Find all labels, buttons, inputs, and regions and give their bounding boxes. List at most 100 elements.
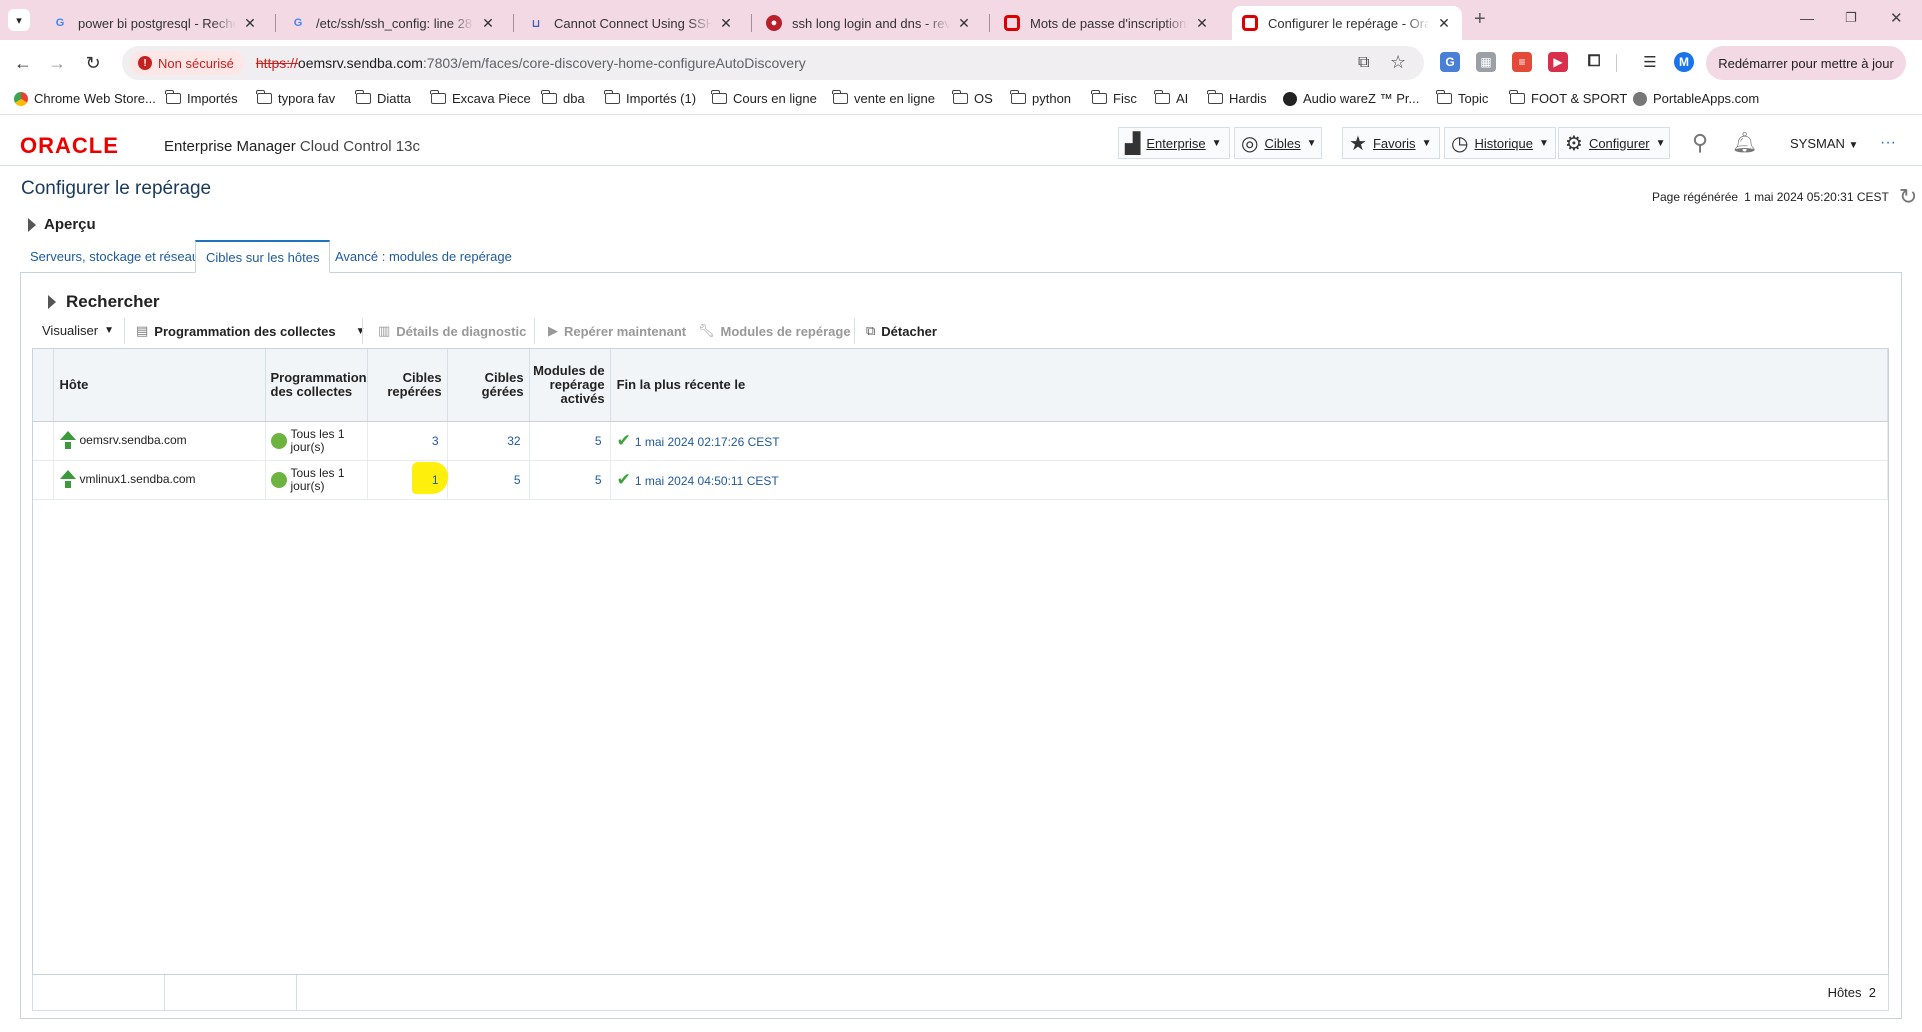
close-tab-icon[interactable]: ✕ bbox=[480, 15, 496, 32]
column-header-host[interactable]: Hôte bbox=[53, 349, 266, 422]
overview-toggle[interactable]: Aperçu bbox=[28, 216, 96, 233]
history-menu[interactable]: ◷ Historique ▼ bbox=[1444, 127, 1556, 159]
discover-now-button[interactable]: ▶ Repérer maintenant bbox=[548, 323, 686, 339]
star-icon: ★ bbox=[1349, 132, 1367, 155]
bookmark-folder[interactable]: Importés bbox=[165, 90, 238, 106]
last-end-cell[interactable]: ✔ 1 mai 2024 04:50:11 CEST bbox=[610, 460, 1889, 500]
modules-count[interactable]: 5 bbox=[529, 421, 611, 461]
restore-icon[interactable]: ❐ bbox=[1845, 10, 1857, 26]
detach-button[interactable]: ⧉ Détacher bbox=[866, 323, 937, 339]
bookmark-item[interactable]: PortableApps.com bbox=[1633, 91, 1759, 106]
close-tab-icon[interactable]: ✕ bbox=[242, 15, 258, 32]
bookmark-item[interactable]: Audio wareZ ™ Pr... bbox=[1283, 91, 1419, 106]
discovery-tabs: Serveurs, stockage et réseau Cibles sur … bbox=[20, 240, 1902, 273]
table-header-row: Hôte Programmation des collectes Cibles … bbox=[33, 349, 1889, 422]
favorites-menu[interactable]: ★ Favoris ▼ bbox=[1342, 127, 1440, 159]
bookmark-folder[interactable]: typora fav bbox=[256, 90, 335, 106]
table-row[interactable]: oemsrv.sendba.com Tous les 1 jour(s) 3 3… bbox=[33, 421, 1889, 461]
bookmark-folder[interactable]: Diatta bbox=[355, 90, 411, 106]
close-tab-icon[interactable]: ✕ bbox=[718, 15, 734, 32]
translate-extension-icon[interactable]: G bbox=[1440, 52, 1460, 72]
discovered-count[interactable]: 3 bbox=[367, 421, 448, 461]
bookmark-folder[interactable]: vente en ligne bbox=[832, 90, 935, 106]
browser-tab-active[interactable]: Configurer le repérage - Oracle ✕ bbox=[1232, 6, 1462, 40]
discovery-modules-button[interactable]: 🔧︎ Modules de repérage bbox=[698, 323, 851, 339]
minimize-icon[interactable]: — bbox=[1800, 10, 1814, 26]
column-header-discovered[interactable]: Cibles repérées bbox=[367, 349, 448, 422]
tab-targets-on-hosts[interactable]: Cibles sur les hôtes bbox=[195, 240, 331, 273]
bookmark-folder[interactable]: Fisc bbox=[1091, 90, 1137, 106]
setup-menu[interactable]: ⚙ Configurer ▼ bbox=[1558, 127, 1670, 159]
bookmark-star-icon[interactable]: ☆ bbox=[1390, 52, 1406, 73]
search-toggle[interactable]: Rechercher bbox=[48, 292, 160, 312]
table-row[interactable]: vmlinux1.sendba.com Tous les 1 jour(s) 1… bbox=[33, 460, 1889, 500]
browser-tab[interactable]: G power bi postgresql - Recherche Google… bbox=[42, 6, 268, 40]
bookmark-folder[interactable]: FOOT & SPORT bbox=[1509, 90, 1627, 106]
extensions-puzzle-icon[interactable]: ⧠ bbox=[1584, 52, 1604, 72]
translate-icon[interactable]: ⧉ bbox=[1358, 54, 1369, 72]
search-icon[interactable]: ⚲ bbox=[1692, 130, 1708, 156]
browser-tab[interactable]: G /etc/ssh/ssh_config: line 28: Bad ✕ bbox=[280, 6, 506, 40]
targets-menu[interactable]: ◎ Cibles ▼ bbox=[1234, 127, 1322, 159]
column-header-modules[interactable]: Modules de repérage activés bbox=[529, 349, 611, 422]
collection-schedule-button[interactable]: ▤ Programmation des collectes ▼ bbox=[136, 323, 366, 339]
folder-icon bbox=[355, 90, 371, 104]
more-icon[interactable]: ··· bbox=[1880, 134, 1896, 152]
enterprise-menu[interactable]: ▟ Enterprise ▼ bbox=[1118, 127, 1230, 159]
bookmark-folder[interactable]: Cours en ligne bbox=[711, 90, 817, 106]
tab-search-dropdown[interactable]: ▾ bbox=[8, 9, 30, 31]
security-chip[interactable]: ! Non sécurisé bbox=[130, 51, 244, 75]
column-header-managed[interactable]: Cibles gérées bbox=[447, 349, 530, 422]
success-check-icon: ✔ bbox=[616, 469, 631, 489]
managed-count[interactable]: 5 bbox=[447, 460, 530, 500]
bookmark-folder[interactable]: AI bbox=[1154, 90, 1188, 106]
bookmark-folder[interactable]: Topic bbox=[1436, 90, 1488, 106]
last-end-cell[interactable]: ✔ 1 mai 2024 02:17:26 CEST bbox=[610, 421, 1889, 461]
close-tab-icon[interactable]: ✕ bbox=[1436, 15, 1452, 32]
row-selector[interactable] bbox=[33, 421, 54, 461]
tab-servers-storage-network[interactable]: Serveurs, stockage et réseau bbox=[20, 240, 209, 273]
bookmark-folder[interactable]: OS bbox=[952, 90, 993, 106]
user-menu[interactable]: SYSMAN ▼ bbox=[1790, 136, 1858, 151]
bookmark-folder[interactable]: dba bbox=[541, 90, 585, 106]
browser-tab[interactable]: ⊔ Cannot Connect Using SSH: Us ✕ bbox=[518, 6, 744, 40]
folder-icon bbox=[1091, 90, 1107, 104]
refresh-icon[interactable]: ↻ bbox=[1899, 184, 1917, 210]
browser-tab[interactable]: Mots de passe d'inscription ✕ bbox=[994, 6, 1220, 40]
view-menu-button[interactable]: Visualiser ▼ bbox=[42, 323, 114, 338]
managed-count[interactable]: 32 bbox=[447, 421, 530, 461]
warning-icon: ! bbox=[138, 56, 152, 70]
tab-discovery-modules[interactable]: Avancé : modules de repérage bbox=[325, 240, 522, 273]
new-tab-button[interactable]: + bbox=[1474, 8, 1486, 31]
folder-icon bbox=[832, 90, 848, 104]
reading-list-icon[interactable]: ☰ bbox=[1640, 52, 1660, 72]
column-header-last-end[interactable]: Fin la plus récente le bbox=[610, 349, 1889, 422]
close-tab-icon[interactable]: ✕ bbox=[956, 15, 972, 32]
extension-icon[interactable]: ≡ bbox=[1512, 52, 1532, 72]
row-selector[interactable] bbox=[33, 460, 54, 500]
profile-avatar[interactable]: M bbox=[1674, 52, 1694, 72]
back-icon[interactable]: ← bbox=[10, 50, 36, 76]
column-header-schedule[interactable]: Programmation des collectes bbox=[265, 349, 368, 422]
bookmark-folder[interactable]: Hardis bbox=[1207, 90, 1267, 106]
window-close-icon[interactable]: ✕ bbox=[1890, 9, 1903, 27]
extension-icon[interactable]: ▶ bbox=[1548, 52, 1568, 72]
reload-icon[interactable]: ↻ bbox=[80, 50, 106, 76]
browser-tab[interactable]: ● ssh long login and dns - revisit ✕ bbox=[756, 6, 982, 40]
diagnostic-details-button[interactable]: ▥ Détails de diagnostic bbox=[378, 323, 526, 339]
extension-icon[interactable]: ▦ bbox=[1476, 52, 1496, 72]
relaunch-update-button[interactable]: Redémarrer pour mettre à jour bbox=[1706, 46, 1906, 80]
bookmark-folder[interactable]: Importés (1) bbox=[604, 90, 696, 106]
row-selector-header bbox=[33, 349, 54, 422]
bookmark-folder[interactable]: Excava Piece bbox=[430, 90, 531, 106]
bookmark-item[interactable]: Chrome Web Store... bbox=[14, 91, 156, 106]
folder-icon bbox=[430, 90, 446, 104]
forward-icon[interactable]: → bbox=[44, 50, 70, 76]
bell-icon[interactable]: 🔔︎ bbox=[1732, 130, 1757, 155]
modules-count[interactable]: 5 bbox=[529, 460, 611, 500]
bookmark-folder[interactable]: python bbox=[1010, 90, 1071, 106]
close-tab-icon[interactable]: ✕ bbox=[1194, 15, 1210, 32]
gear-icon: ⚙ bbox=[1565, 132, 1583, 155]
url-text[interactable]: https://oemsrv.sendba.com:7803/em/faces/… bbox=[256, 55, 806, 71]
address-bar[interactable]: ! Non sécurisé https://oemsrv.sendba.com… bbox=[122, 46, 1424, 80]
